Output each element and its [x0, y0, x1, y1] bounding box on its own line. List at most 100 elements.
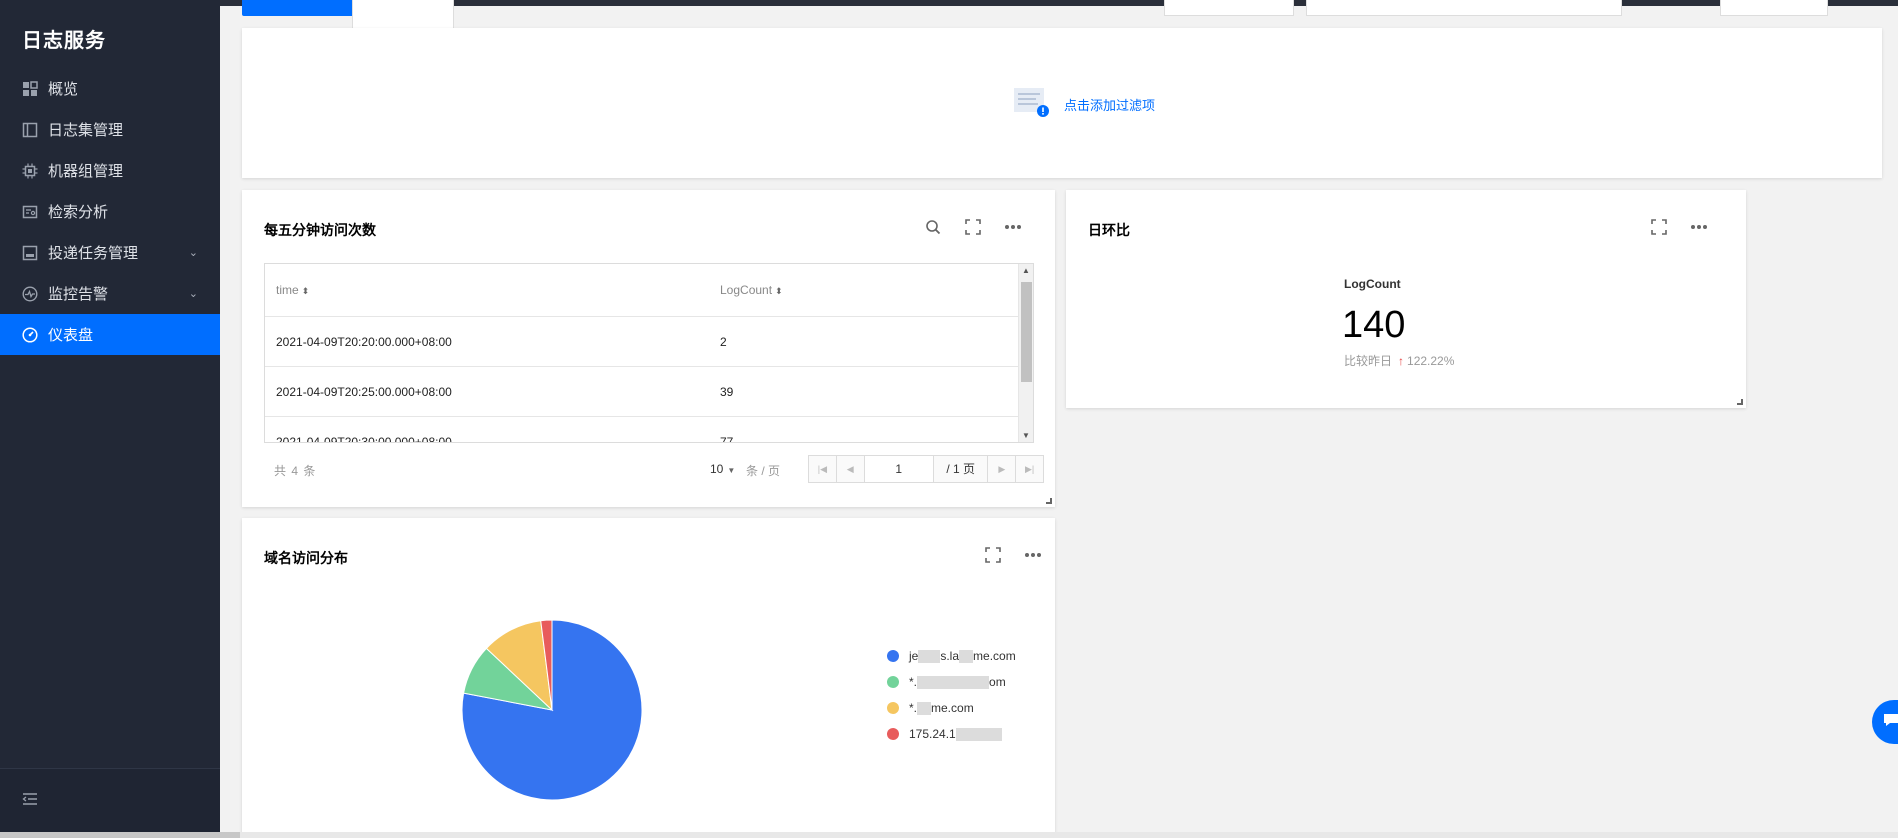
sidebar-nav: 概览 日志集管理 机器组管理 检索分析 投递任务管理 ⌄ 监控告警 ⌄ 仪表盘	[0, 68, 220, 355]
add-filter-button[interactable]: 点击添加过滤项	[1012, 86, 1155, 123]
sidebar-item-machine-group[interactable]: 机器组管理	[0, 150, 220, 191]
legend-label: me.com	[931, 701, 974, 715]
column-header-time[interactable]: time ⬍	[265, 283, 720, 297]
table-cell: 2021-04-09T20:20:00.000+08:00	[276, 334, 452, 349]
chart-legend: je s.la me.com *. om *. me.com 175.24.1	[887, 643, 1016, 747]
table-row: 2021-04-09T20:20:00.000+08:00 2	[265, 317, 1033, 367]
stat-label: LogCount	[1344, 277, 1401, 291]
top-primary-button[interactable]	[242, 0, 362, 16]
data-table: time ⬍ LogCount ⬍ 2021-04-09T20:20:00.000+…	[264, 263, 1034, 443]
scrollbar-thumb[interactable]	[1021, 282, 1032, 382]
legend-label: s.la	[940, 649, 960, 663]
search-analysis-icon	[22, 204, 38, 220]
legend-item[interactable]: *. om	[887, 669, 1016, 695]
page-size-select[interactable]: 10 ▼	[710, 462, 735, 476]
compare-label: 比较昨日	[1344, 354, 1393, 368]
sidebar-footer	[0, 768, 220, 838]
chevron-down-icon: ⌄	[188, 247, 198, 259]
top-refresh-select[interactable]	[1720, 0, 1828, 16]
redacted-text	[917, 701, 932, 715]
page-size-value: 10	[710, 462, 724, 476]
logset-icon	[22, 122, 38, 138]
sidebar-item-search-analysis[interactable]: 检索分析	[0, 191, 220, 232]
horizontal-scrollbar[interactable]	[0, 832, 1898, 838]
redacted-text	[959, 649, 974, 663]
sidebar-item-label: 机器组管理	[48, 163, 124, 180]
legend-label: *.	[909, 675, 918, 689]
sidebar-item-label: 概览	[48, 81, 79, 98]
last-page-icon[interactable]: ▶|	[1015, 456, 1043, 482]
sort-icon[interactable]: ⬍	[775, 286, 783, 296]
panel-title: 域名访问分布	[264, 550, 348, 566]
fullscreen-icon[interactable]	[962, 216, 984, 238]
legend-dot	[887, 728, 899, 740]
page-controls: |◀ ◀ 1 / 1 页 ▶ ▶|	[808, 455, 1044, 483]
panel-title: 日环比	[1088, 222, 1130, 238]
more-icon[interactable]	[1688, 216, 1710, 238]
chat-icon	[1882, 712, 1898, 733]
more-icon[interactable]	[1022, 544, 1044, 566]
legend-dot	[887, 650, 899, 662]
monitor-icon	[22, 285, 38, 302]
fullscreen-icon[interactable]	[982, 544, 1004, 566]
scroll-up-icon[interactable]: ▲	[1022, 266, 1030, 275]
total-count: 共 4 条	[274, 464, 317, 478]
stat-panel: 日环比 LogCount 140 比较昨日 ↑ 122.22%	[1066, 190, 1746, 408]
legend-label: om	[989, 675, 1006, 689]
legend-item[interactable]: *. me.com	[887, 695, 1016, 721]
sidebar-item-delivery[interactable]: 投递任务管理 ⌄	[0, 232, 220, 273]
table-cell: 2021-04-09T20:25:00.000+08:00	[276, 384, 452, 399]
prev-page-icon[interactable]: ◀	[837, 456, 865, 482]
table-row: 2021-04-09T20:25:00.000+08:00 39	[265, 367, 1033, 417]
sidebar-item-dashboard[interactable]: 仪表盘	[0, 314, 220, 355]
column-header-logcount[interactable]: LogCount ⬍	[720, 283, 1015, 297]
legend-item[interactable]: 175.24.1	[887, 721, 1016, 747]
legend-label: *.	[909, 701, 918, 715]
chevron-down-icon: ⌄	[188, 288, 198, 300]
panel-toolbar	[922, 216, 1024, 238]
resize-handle[interactable]	[1046, 498, 1052, 504]
sidebar-item-label: 投递任务管理	[48, 245, 139, 262]
scrollbar-thumb[interactable]	[0, 832, 240, 838]
change-value: 122.22%	[1407, 354, 1455, 368]
legend-label: me.com	[973, 649, 1016, 663]
table-row: 2021-04-09T20:30:00.000+08:00 77	[265, 417, 1033, 443]
top-tab[interactable]	[352, 0, 454, 28]
top-bar	[220, 0, 1898, 6]
per-page-label: 条 / 页	[746, 464, 781, 478]
legend-dot	[887, 676, 899, 688]
overview-icon	[22, 80, 38, 97]
main-content: 点击添加过滤项 每五分钟访问次数 time ⬍ LogCount ⬍ 2021-…	[220, 0, 1898, 838]
first-page-icon[interactable]: |◀	[809, 456, 837, 482]
table-scrollbar[interactable]: ▲ ▼	[1018, 264, 1033, 442]
top-time-range[interactable]	[1306, 0, 1622, 16]
collapse-menu-icon[interactable]	[22, 792, 38, 811]
column-label: time	[276, 283, 299, 297]
delivery-icon	[22, 245, 38, 261]
chip-icon	[22, 163, 38, 179]
page-number-input[interactable]: 1	[864, 456, 934, 482]
sidebar-item-overview[interactable]: 概览	[0, 68, 220, 109]
more-icon[interactable]	[1002, 216, 1024, 238]
panel-toolbar	[982, 544, 1044, 566]
pie-chart	[461, 619, 643, 801]
sidebar-item-label: 日志集管理	[48, 122, 124, 139]
sidebar-item-monitor[interactable]: 监控告警 ⌄	[0, 273, 220, 314]
pie-panel: 域名访问分布 je s.la me.com *. om *. me.com 17…	[242, 518, 1055, 838]
column-label: LogCount	[720, 283, 773, 297]
scroll-down-icon[interactable]: ▼	[1022, 431, 1030, 440]
fullscreen-icon[interactable]	[1648, 216, 1670, 238]
legend-item[interactable]: je s.la me.com	[887, 643, 1016, 669]
sidebar-item-logset[interactable]: 日志集管理	[0, 109, 220, 150]
panel-title: 每五分钟访问次数	[264, 222, 376, 238]
sidebar-item-label: 检索分析	[48, 204, 109, 221]
caret-down-icon: ▼	[727, 466, 736, 475]
sort-icon[interactable]: ⬍	[302, 286, 310, 296]
filter-list-icon	[1012, 86, 1050, 123]
top-select[interactable]	[1164, 0, 1294, 16]
next-page-icon[interactable]: ▶	[987, 456, 1015, 482]
resize-handle[interactable]	[1737, 399, 1743, 405]
app: 日志服务 概览 日志集管理 机器组管理 检索分析 投递任务管理 ⌄ 监控告警 ⌄…	[0, 0, 1898, 838]
table-cell: 77	[720, 434, 734, 443]
search-icon[interactable]	[922, 216, 944, 238]
